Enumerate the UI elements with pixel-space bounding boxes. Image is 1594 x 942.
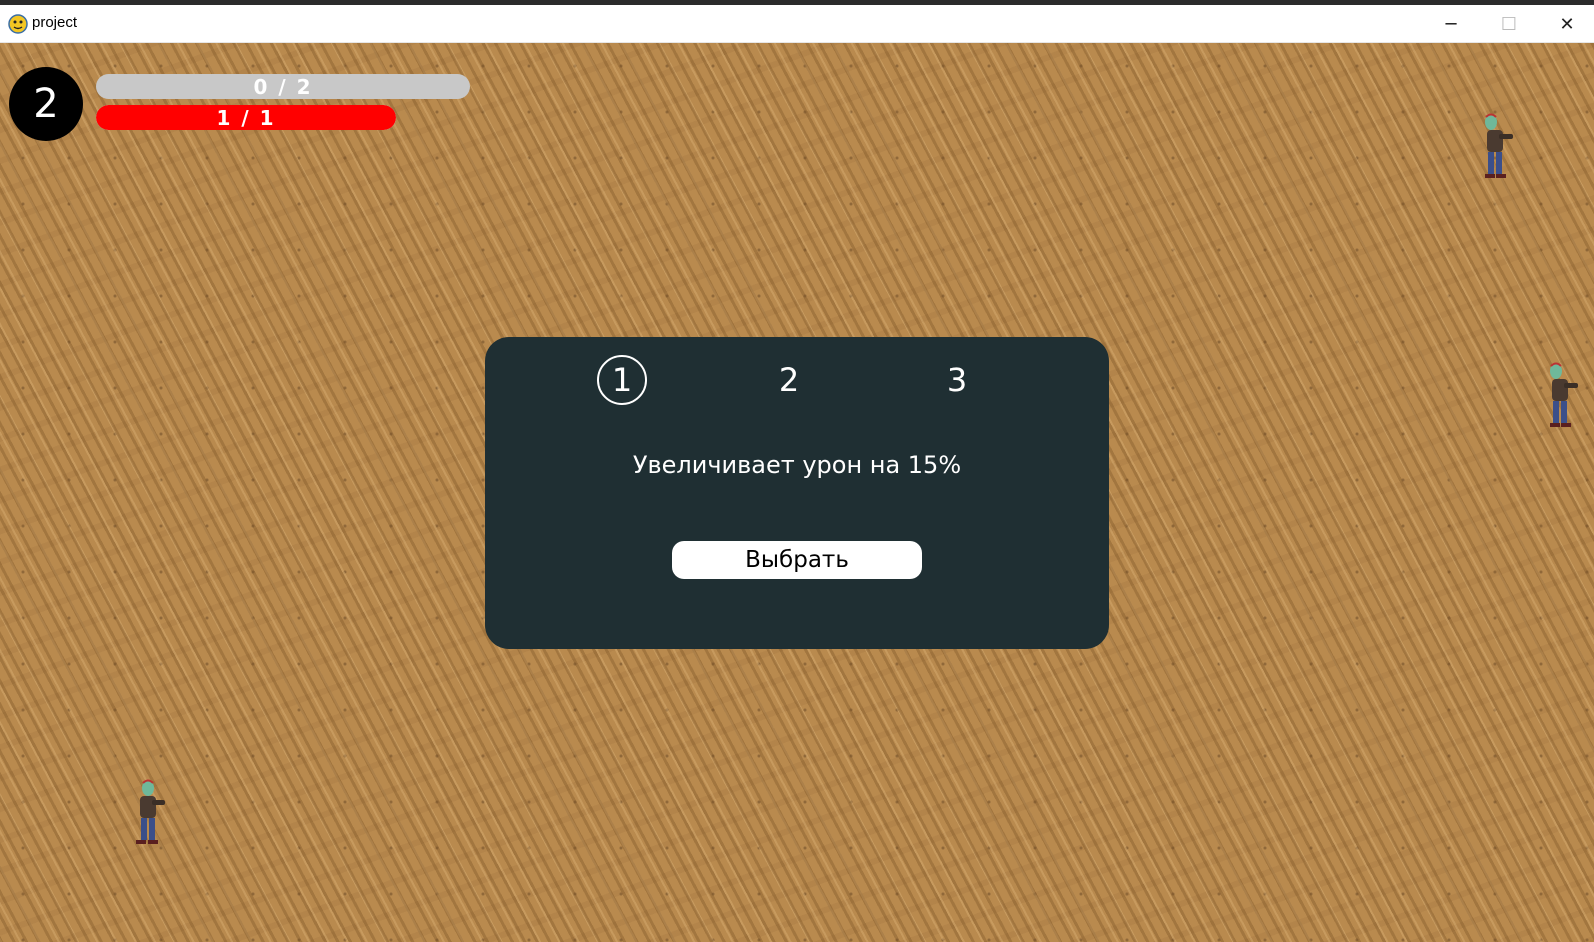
window-title: project (32, 14, 78, 31)
xp-bar: 0 / 2 (96, 74, 470, 99)
zombie-icon (1550, 362, 1578, 427)
upgrade-dialog: 1 2 3 Увеличивает урон на 15% Выбрать (485, 337, 1109, 649)
health-bar: 1 / 1 (96, 105, 396, 130)
python-snake-icon (8, 14, 28, 34)
upgrade-tab-label: 2 (778, 361, 800, 399)
choose-upgrade-button[interactable]: Выбрать (672, 541, 922, 579)
maximize-icon: ☐ (1500, 13, 1518, 35)
upgrade-tab-1[interactable]: 1 (597, 355, 647, 405)
minimize-button[interactable]: ─ (1422, 5, 1480, 43)
health-bar-label: 1 / 1 (216, 105, 276, 130)
player-level-badge: 2 (9, 67, 83, 141)
upgrade-description: Увеличивает урон на 15% (632, 451, 962, 479)
window-titlebar: project ─ ☐ ✕ (0, 5, 1594, 43)
upgrade-tab-2[interactable]: 2 (764, 355, 814, 405)
upgrade-tab-label: 1 (611, 361, 633, 399)
upgrade-tab-3[interactable]: 3 (932, 355, 982, 405)
close-button[interactable]: ✕ (1538, 5, 1594, 43)
close-icon: ✕ (1559, 13, 1575, 35)
maximize-button[interactable]: ☐ (1480, 5, 1538, 43)
game-canvas[interactable]: 2 0 / 2 1 / 1 1 2 3 Увеличивает урон на … (0, 43, 1594, 942)
xp-bar-label: 0 / 2 (253, 74, 313, 99)
player-level-value: 2 (33, 81, 59, 127)
zombie-icon (1485, 113, 1513, 178)
choose-upgrade-button-label: Выбрать (745, 547, 849, 573)
minimize-icon: ─ (1445, 13, 1457, 35)
upgrade-tab-label: 3 (946, 361, 968, 399)
zombie-icon (136, 779, 165, 844)
